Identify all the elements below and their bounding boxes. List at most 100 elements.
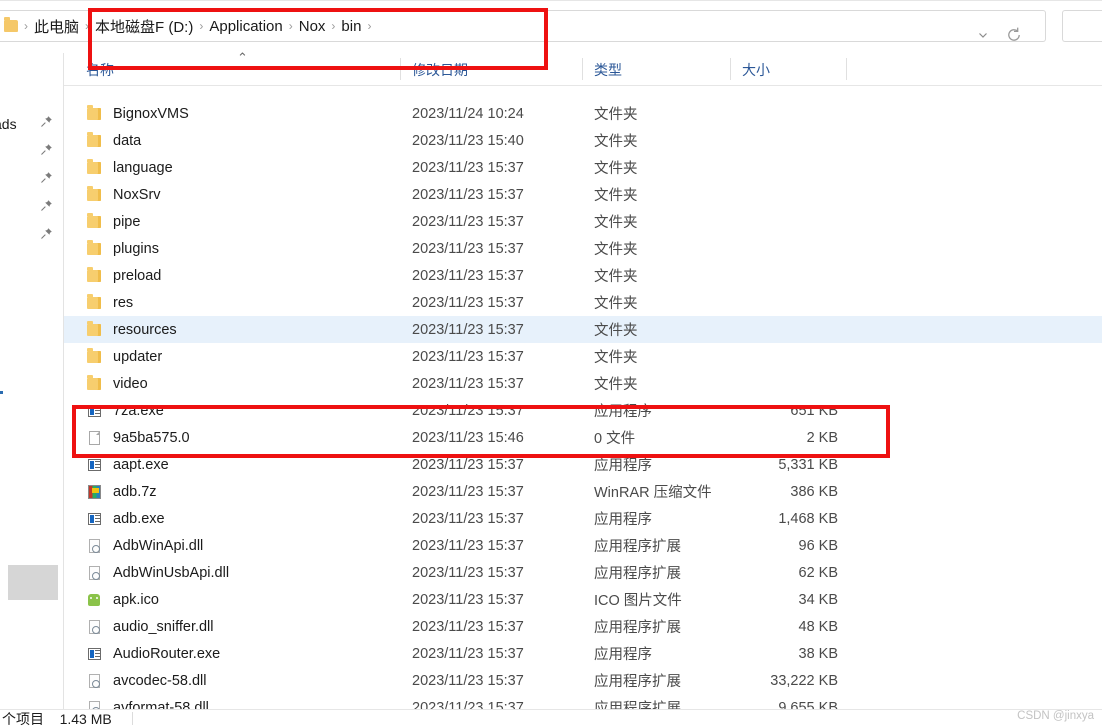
- file-type-cell: 文件夹: [594, 377, 638, 393]
- folder-icon: [86, 239, 103, 257]
- breadcrumb[interactable]: › 此电脑 › 本地磁盘F (D:) › Application › Nox ›…: [4, 12, 373, 40]
- file-row[interactable]: resources 2023/11/23 15:37 文件夹: [64, 316, 1102, 343]
- file-row[interactable]: res 2023/11/23 15:37 文件夹: [64, 289, 1102, 316]
- file-name-cell[interactable]: audio_sniffer.dll: [86, 619, 214, 635]
- file-row[interactable]: avcodec-58.dll 2023/11/23 15:37 应用程序扩展 33,2…: [64, 667, 1102, 694]
- file-date-cell: 2023/11/23 15:37: [412, 348, 524, 365]
- exe-icon: [86, 457, 103, 473]
- column-divider-4[interactable]: [846, 58, 847, 80]
- status-divider: [132, 712, 133, 725]
- file-row[interactable]: language 2023/11/23 15:37 文件夹: [64, 154, 1102, 181]
- sidebar-scroll-thumb[interactable]: [8, 565, 58, 600]
- file-type-cell: 文件夹: [594, 215, 638, 231]
- file-name-cell[interactable]: apk.ico: [86, 592, 159, 608]
- file-name-cell[interactable]: adb.exe: [86, 511, 165, 527]
- pin-icon[interactable]: [40, 115, 53, 128]
- file-row[interactable]: updater 2023/11/23 15:37 文件夹: [64, 343, 1102, 370]
- file-name-cell[interactable]: pipe: [86, 212, 140, 230]
- pin-icon[interactable]: [40, 143, 53, 156]
- file-name-cell[interactable]: adb.7z: [86, 484, 157, 500]
- file-row[interactable]: 9a5ba575.0 2023/11/23 15:46 0 文件 2 KB: [64, 424, 1102, 451]
- file-size-cell: 96 KB: [798, 537, 839, 554]
- file-size-cell: 2 KB: [806, 429, 838, 446]
- column-divider-3[interactable]: [730, 58, 731, 80]
- file-name-cell[interactable]: language: [86, 158, 173, 176]
- folder-icon: [86, 374, 103, 392]
- address-bar-region: › 此电脑 › 本地磁盘F (D:) › Application › Nox ›…: [0, 0, 1102, 52]
- file-row[interactable]: AudioRouter.exe 2023/11/23 15:37 应用程序 38 KB: [64, 640, 1102, 667]
- column-divider-2[interactable]: [582, 58, 583, 80]
- file-name-cell[interactable]: avformat-58.dll: [86, 700, 209, 709]
- file-name-cell[interactable]: AdbWinApi.dll: [86, 538, 203, 554]
- file-row[interactable]: NoxSrv 2023/11/23 15:37 文件夹: [64, 181, 1102, 208]
- pin-icon[interactable]: [40, 171, 53, 184]
- column-header-date-modified[interactable]: 修改日期: [412, 60, 468, 80]
- pin-icon[interactable]: [40, 199, 53, 212]
- file-name-cell[interactable]: resources: [86, 320, 177, 338]
- file-row[interactable]: AdbWinUsbApi.dll 2023/11/23 15:37 应用程序扩展 62…: [64, 559, 1102, 586]
- status-bar: 个项目 1.43 MB CSDN @jinxya: [0, 709, 1102, 726]
- file-row[interactable]: adb.7z 2023/11/23 15:37 WinRAR 压缩文件 386 KB: [64, 478, 1102, 505]
- file-row[interactable]: adb.exe 2023/11/23 15:37 应用程序 1,468 KB: [64, 505, 1102, 532]
- file-row[interactable]: AdbWinApi.dll 2023/11/23 15:37 应用程序扩展 96 KB: [64, 532, 1102, 559]
- file-name-label: 9a5ba575.0: [113, 429, 190, 446]
- file-name-cell[interactable]: 7za.exe: [86, 403, 164, 419]
- file-name-cell[interactable]: preload: [86, 266, 161, 284]
- file-size-cell: 9,655 KB: [778, 699, 838, 710]
- column-header-type[interactable]: 类型: [594, 60, 622, 80]
- breadcrumb-item-bin[interactable]: bin: [337, 16, 365, 37]
- file-list[interactable]: BignoxVMS 2023/11/24 10:24 文件夹 data 2023/11/…: [64, 86, 1102, 709]
- file-name-cell[interactable]: AdbWinUsbApi.dll: [86, 565, 229, 581]
- file-type-cell: 应用程序: [594, 512, 652, 528]
- file-name-cell[interactable]: NoxSrv: [86, 185, 161, 203]
- file-name-label: resources: [113, 321, 177, 338]
- column-header-size[interactable]: 大小: [742, 60, 770, 80]
- file-name-cell[interactable]: data: [86, 131, 142, 149]
- file-name-cell[interactable]: 9a5ba575.0: [86, 430, 190, 446]
- dll-icon: [86, 673, 103, 689]
- exe-icon: [86, 403, 103, 419]
- file-row[interactable]: BignoxVMS 2023/11/24 10:24 文件夹: [64, 100, 1102, 127]
- file-row[interactable]: 7za.exe 2023/11/23 15:37 应用程序 651 KB: [64, 397, 1102, 424]
- file-row[interactable]: video 2023/11/23 15:37 文件夹: [64, 370, 1102, 397]
- file-name-label: audio_sniffer.dll: [113, 618, 214, 635]
- file-row[interactable]: preload 2023/11/23 15:37 文件夹: [64, 262, 1102, 289]
- file-name-cell[interactable]: aapt.exe: [86, 457, 169, 473]
- breadcrumb-item-nox[interactable]: Nox: [295, 16, 330, 37]
- column-header-name[interactable]: 名称: [86, 60, 114, 80]
- file-name-cell[interactable]: updater: [86, 347, 163, 365]
- sort-ascending-icon[interactable]: ⌃: [237, 50, 248, 66]
- file-date-cell: 2023/11/23 15:37: [412, 699, 524, 710]
- pin-icon[interactable]: [40, 227, 53, 240]
- file-row[interactable]: pipe 2023/11/23 15:37 文件夹: [64, 208, 1102, 235]
- folder-icon: [86, 131, 103, 149]
- file-date-cell: 2023/11/23 15:37: [412, 456, 524, 473]
- file-row[interactable]: data 2023/11/23 15:40 文件夹: [64, 127, 1102, 154]
- file-name-cell[interactable]: avcodec-58.dll: [86, 673, 207, 689]
- breadcrumb-item-application[interactable]: Application: [205, 16, 286, 37]
- file-name-cell[interactable]: AudioRouter.exe: [86, 646, 220, 662]
- column-divider-1[interactable]: [400, 58, 401, 80]
- file-name-cell[interactable]: plugins: [86, 239, 159, 257]
- breadcrumb-item-this-pc[interactable]: 此电脑: [30, 14, 83, 39]
- address-bar-right-control[interactable]: [1062, 10, 1102, 42]
- navigation-sidebar[interactable]: ads: [0, 53, 64, 709]
- file-row[interactable]: audio_sniffer.dll 2023/11/23 15:37 应用程序扩展 4…: [64, 613, 1102, 640]
- file-name-label: data: [113, 132, 142, 149]
- file-name-label: updater: [113, 348, 163, 365]
- file-name-cell[interactable]: res: [86, 293, 133, 311]
- file-name-cell[interactable]: BignoxVMS: [86, 104, 189, 122]
- file-size-cell: 34 KB: [798, 591, 839, 608]
- refresh-icon[interactable]: [1005, 26, 1025, 46]
- file-row[interactable]: plugins 2023/11/23 15:37 文件夹: [64, 235, 1102, 262]
- file-icon: [86, 430, 103, 446]
- chevron-down-icon[interactable]: [975, 29, 991, 45]
- file-date-cell: 2023/11/23 15:37: [412, 564, 524, 581]
- breadcrumb-item-drive[interactable]: 本地磁盘F (D:): [91, 14, 197, 39]
- file-row[interactable]: avformat-58.dll 2023/11/23 15:37 应用程序扩展 9,6…: [64, 694, 1102, 709]
- dll-icon: [86, 565, 103, 581]
- file-name-label: adb.7z: [113, 483, 157, 500]
- file-name-cell[interactable]: video: [86, 374, 148, 392]
- file-row[interactable]: aapt.exe 2023/11/23 15:37 应用程序 5,331 KB: [64, 451, 1102, 478]
- file-row[interactable]: apk.ico 2023/11/23 15:37 ICO 图片文件 34 KB: [64, 586, 1102, 613]
